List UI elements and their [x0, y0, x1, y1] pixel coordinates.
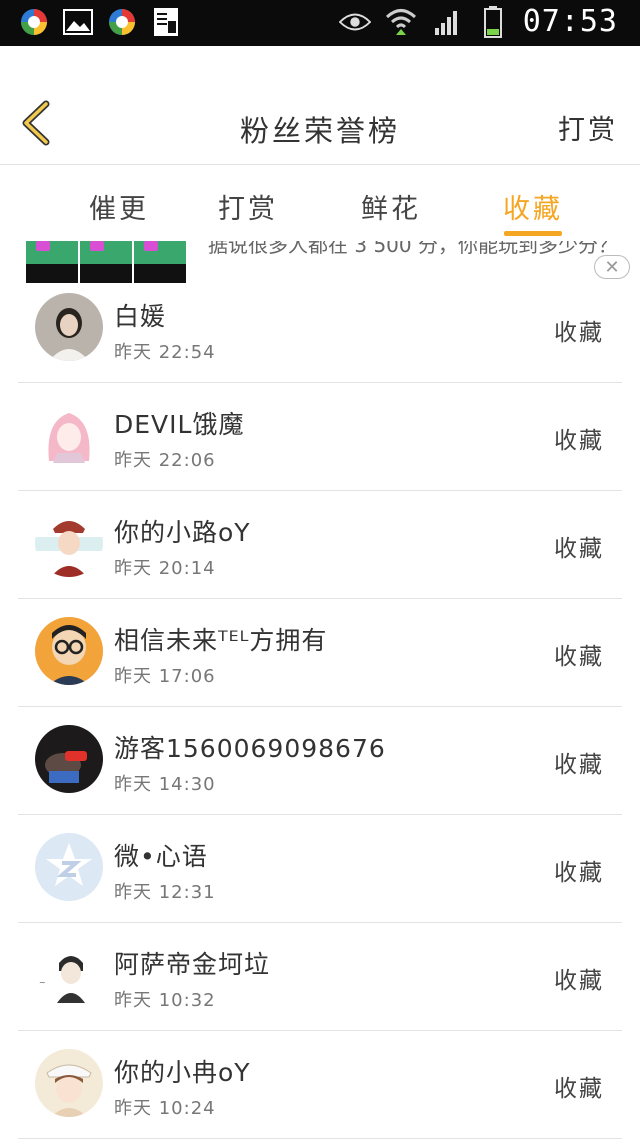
action-label: 收藏 [554, 320, 604, 346]
avatar [35, 401, 103, 469]
timestamp: 昨天 14:30 [114, 774, 216, 795]
timestamp: 昨天 22:54 [114, 342, 216, 363]
user-name: 阿萨帝金坷垃 [114, 950, 271, 979]
status-bar: 07:53 [0, 0, 640, 46]
user-name: 游客1560069098676 [114, 734, 386, 763]
eye-icon [338, 6, 371, 38]
timestamp: 昨天 17:06 [114, 666, 216, 687]
action-label: 收藏 [554, 1076, 604, 1102]
list-item[interactable]: 相信未来ᵀᴱᴸ方拥有 昨天 17:06 收藏 [18, 599, 622, 707]
wifi-icon [385, 6, 417, 38]
avatar [35, 617, 103, 685]
timestamp: 昨天 10:32 [114, 990, 216, 1011]
user-name: 白媛 [114, 302, 167, 331]
tab-urge[interactable]: 催更 [64, 187, 174, 226]
active-tab-indicator [504, 231, 562, 236]
user-name: 你的小路oY [114, 518, 251, 547]
signal-icon [431, 6, 463, 38]
doc-icon [150, 6, 182, 38]
list-item[interactable]: DEVIL饿魔 昨天 22:06 收藏 [18, 383, 622, 491]
timestamp: 昨天 20:14 [114, 558, 216, 579]
tab-bar: 催更 打赏 鲜花 收藏 [0, 165, 640, 242]
user-name: 微•心语 [114, 842, 208, 871]
user-name: DEVIL饿魔 [114, 410, 245, 439]
app-header: 粉丝荣誉榜 打赏 [0, 46, 640, 165]
timestamp: 昨天 12:31 [114, 882, 216, 903]
page-title: 粉丝荣誉榜 [239, 114, 400, 148]
battery-icon [477, 5, 509, 38]
action-label: 收藏 [554, 428, 604, 454]
user-name: 相信未来ᵀᴱᴸ方拥有 [114, 626, 328, 655]
list-item[interactable]: 微•心语 昨天 12:31 收藏 [18, 815, 622, 923]
action-label: 收藏 [554, 968, 604, 994]
avatar [35, 1049, 103, 1117]
ad-text: 据说很多人都在 3 500 分，你能玩到多少分？ [208, 241, 618, 257]
avatar [35, 293, 103, 361]
avatar [35, 509, 103, 577]
avatar [35, 725, 103, 793]
browser-icon [106, 6, 138, 38]
action-label: 收藏 [554, 752, 604, 778]
list-item[interactable]: ~ 阿萨帝金坷垃 昨天 10:32 收藏 [18, 923, 622, 1031]
tab-flowers[interactable]: 鲜花 [336, 187, 446, 226]
browser-icon [18, 6, 50, 38]
user-name: 你的小冉oY [114, 1058, 251, 1087]
list-item[interactable]: 白媛 昨天 22:54 收藏 [18, 275, 622, 383]
action-label: 收藏 [554, 860, 604, 886]
timestamp: 昨天 10:24 [114, 1098, 216, 1119]
action-label: 收藏 [554, 644, 604, 670]
favorites-list: 白媛 昨天 22:54 收藏 DEVIL饿魔 昨天 22:06 收藏 你的小路o… [0, 275, 640, 1139]
list-item[interactable]: 你的小冉oY 昨天 10:24 收藏 [18, 1031, 622, 1139]
clock: 07:53 [522, 4, 618, 39]
gallery-icon [62, 6, 94, 38]
avatar [35, 833, 103, 901]
svg-text:~: ~ [39, 978, 46, 987]
list-item[interactable]: 你的小路oY 昨天 20:14 收藏 [18, 491, 622, 599]
tab-favorites[interactable]: 收藏 [478, 187, 588, 226]
avatar: ~ [35, 941, 103, 1009]
reward-button[interactable]: 打赏 [558, 108, 618, 147]
tab-reward[interactable]: 打赏 [193, 187, 303, 226]
timestamp: 昨天 22:06 [114, 450, 216, 471]
action-label: 收藏 [554, 536, 604, 562]
list-item[interactable]: 游客1560069098676 昨天 14:30 收藏 [18, 707, 622, 815]
